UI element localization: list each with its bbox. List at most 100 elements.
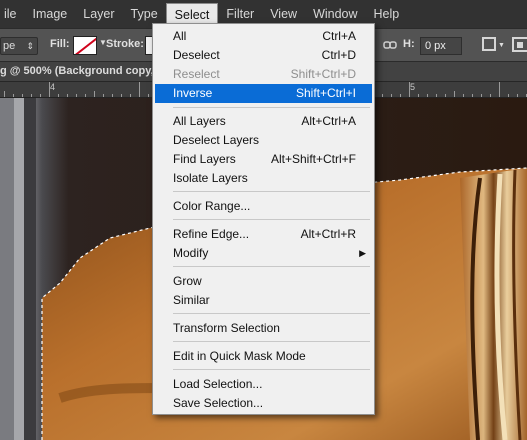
height-label: H: xyxy=(403,38,415,50)
shape-mode-value: pe xyxy=(3,40,16,52)
menu-help[interactable]: Help xyxy=(366,3,408,25)
ruler-tick xyxy=(112,94,113,97)
path-operations-icon[interactable] xyxy=(482,37,496,51)
menu-item-all[interactable]: All Ctrl+A xyxy=(155,27,372,46)
menu-item-label: Color Range... xyxy=(173,199,251,213)
ruler-tick xyxy=(508,94,509,97)
menu-item-color-range[interactable]: Color Range... xyxy=(155,197,372,216)
menu-file[interactable]: ile xyxy=(0,3,25,25)
menu-item-find-layers[interactable]: Find Layers Alt+Shift+Ctrl+F xyxy=(155,150,372,169)
ruler-tick xyxy=(427,94,428,97)
menu-item-save-selection[interactable]: Save Selection... xyxy=(155,394,372,413)
ruler-label: 5 xyxy=(410,82,416,92)
menu-item-all-layers[interactable]: All Layers Alt+Ctrl+A xyxy=(155,112,372,131)
menu-item-deselect-layers[interactable]: Deselect Layers xyxy=(155,131,372,150)
menu-separator xyxy=(173,313,370,314)
ruler-tick xyxy=(454,91,455,97)
submenu-arrow-icon: ▶ xyxy=(359,248,366,258)
menu-separator xyxy=(173,266,370,267)
ruler-tick xyxy=(400,94,401,97)
menu-item-label: All xyxy=(173,29,187,43)
ruler-tick xyxy=(13,94,14,97)
menu-select[interactable]: Select xyxy=(165,3,219,25)
ruler-label: 4 xyxy=(50,82,56,92)
select-menu-dropdown: All Ctrl+A Deselect Ctrl+D Reselect Shif… xyxy=(152,23,375,415)
ruler-tick xyxy=(67,94,68,97)
menu-item-label: Refine Edge... xyxy=(173,227,250,241)
ruler-tick xyxy=(76,94,77,97)
shape-mode-dropdown[interactable]: pe ⇕ xyxy=(0,37,38,55)
menu-separator xyxy=(173,341,370,342)
menu-item-label: Isolate Layers xyxy=(173,171,248,185)
chain-link-icon[interactable] xyxy=(383,39,397,51)
menu-item-label: Similar xyxy=(173,293,210,307)
menu-item-label: Inverse xyxy=(173,86,213,100)
ruler-tick xyxy=(499,82,500,97)
menu-item-shortcut: Shift+Ctrl+I xyxy=(295,86,356,100)
menu-separator xyxy=(173,219,370,220)
menu-separator xyxy=(173,369,370,370)
menu-separator xyxy=(173,191,370,192)
menu-item-shortcut: Ctrl+A xyxy=(322,29,356,43)
ruler-tick xyxy=(31,94,32,97)
ruler-tick xyxy=(517,94,518,97)
document-tab-title: g @ 500% (Background copy, xyxy=(0,65,154,77)
menu-item-shortcut: Alt+Ctrl+A xyxy=(301,114,356,128)
menu-item-label: Reselect xyxy=(173,67,220,81)
menu-view[interactable]: View xyxy=(262,3,305,25)
menu-item-modify[interactable]: Modify ▶ xyxy=(155,244,372,263)
stroke-label: Stroke: xyxy=(106,38,144,50)
menu-item-label: Save Selection... xyxy=(173,396,264,410)
menu-separator xyxy=(173,107,370,108)
menu-item-inverse[interactable]: Inverse Shift+Ctrl+I xyxy=(155,84,372,103)
menu-item-shortcut: Ctrl+D xyxy=(321,48,356,62)
path-operations-dropdown-icon[interactable]: ▼ xyxy=(498,42,505,49)
menu-window[interactable]: Window xyxy=(305,3,365,25)
menu-item-transform-selection[interactable]: Transform Selection xyxy=(155,319,372,338)
fill-swatch-icon[interactable] xyxy=(73,36,97,55)
ruler-tick xyxy=(4,91,5,97)
menu-item-label: All Layers xyxy=(173,114,226,128)
menu-item-label: Edit in Quick Mask Mode xyxy=(173,349,306,363)
menu-item-shortcut: Alt+Shift+Ctrl+F xyxy=(270,152,356,166)
ruler-tick xyxy=(463,94,464,97)
ruler-tick xyxy=(436,94,437,97)
menu-item-shortcut: Alt+Ctrl+R xyxy=(300,227,356,241)
menu-item-label: Grow xyxy=(173,274,202,288)
fill-label: Fill: xyxy=(50,38,70,50)
menu-item-shortcut: Shift+Ctrl+D xyxy=(290,67,356,81)
menu-item-quick-mask[interactable]: Edit in Quick Mask Mode xyxy=(155,347,372,366)
ruler-tick xyxy=(49,82,50,97)
menu-item-isolate-layers[interactable]: Isolate Layers xyxy=(155,169,372,188)
menu-item-grow[interactable]: Grow xyxy=(155,272,372,291)
ruler-tick xyxy=(409,82,410,97)
ruler-tick xyxy=(40,94,41,97)
menu-filter[interactable]: Filter xyxy=(218,3,262,25)
ruler-tick xyxy=(94,91,95,97)
menu-item-label: Load Selection... xyxy=(173,377,263,391)
ruler-tick xyxy=(121,94,122,97)
menu-type[interactable]: Type xyxy=(123,3,166,25)
ruler-tick xyxy=(148,94,149,97)
menu-item-label: Deselect xyxy=(173,48,220,62)
menu-item-refine-edge[interactable]: Refine Edge... Alt+Ctrl+R xyxy=(155,225,372,244)
menu-item-load-selection[interactable]: Load Selection... xyxy=(155,375,372,394)
ruler-tick xyxy=(103,94,104,97)
dropdown-arrows-icon: ⇕ xyxy=(26,41,34,51)
ruler-tick xyxy=(22,94,23,97)
menu-image[interactable]: Image xyxy=(25,3,76,25)
ruler-tick xyxy=(139,82,140,97)
ruler-tick xyxy=(85,94,86,97)
menu-item-similar[interactable]: Similar xyxy=(155,291,372,310)
ruler-tick xyxy=(391,94,392,97)
path-alignment-icon[interactable] xyxy=(512,37,527,52)
menu-item-deselect[interactable]: Deselect Ctrl+D xyxy=(155,46,372,65)
menu-item-label: Transform Selection xyxy=(173,321,280,335)
ruler-tick xyxy=(130,94,131,97)
menu-item-reselect: Reselect Shift+Ctrl+D xyxy=(155,65,372,84)
menu-layer[interactable]: Layer xyxy=(75,3,122,25)
height-input[interactable]: 0 px xyxy=(420,37,462,55)
ruler-tick xyxy=(418,94,419,97)
ruler-tick xyxy=(490,94,491,97)
menu-item-label: Deselect Layers xyxy=(173,133,260,147)
